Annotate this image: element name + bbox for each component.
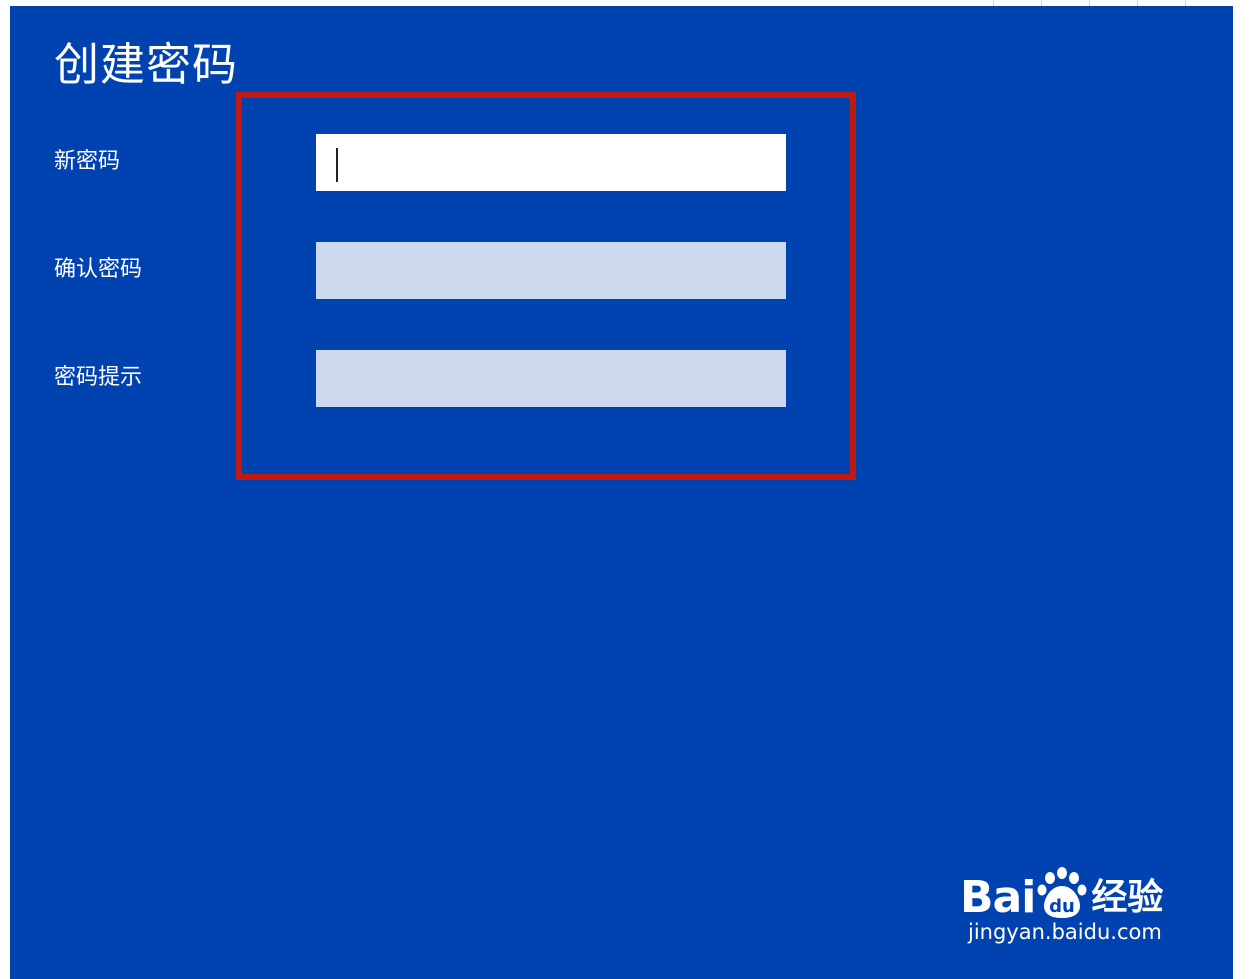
svg-text:du: du — [1049, 896, 1075, 917]
create-password-panel: 创建密码 新密码 确认密码 密码提示 — [10, 6, 1233, 979]
confirm-password-label: 确认密码 — [54, 257, 143, 282]
watermark-brand-latin: Bai — [960, 872, 1036, 923]
page-title: 创建密码 — [54, 38, 239, 91]
highlight-box — [236, 92, 856, 480]
new-password-label: 新密码 — [54, 149, 121, 174]
password-hint-label: 密码提示 — [54, 365, 143, 390]
watermark-brand-cn: 经验 — [1091, 877, 1164, 918]
watermark-url: jingyan.baidu.com — [968, 920, 1162, 944]
baidu-jingyan-watermark: Bai du 经验 jingyan.baidu.com — [950, 840, 1200, 950]
baidu-paw-icon: du — [1037, 866, 1087, 920]
watermark-logo: Bai du 经验 — [960, 866, 1163, 920]
